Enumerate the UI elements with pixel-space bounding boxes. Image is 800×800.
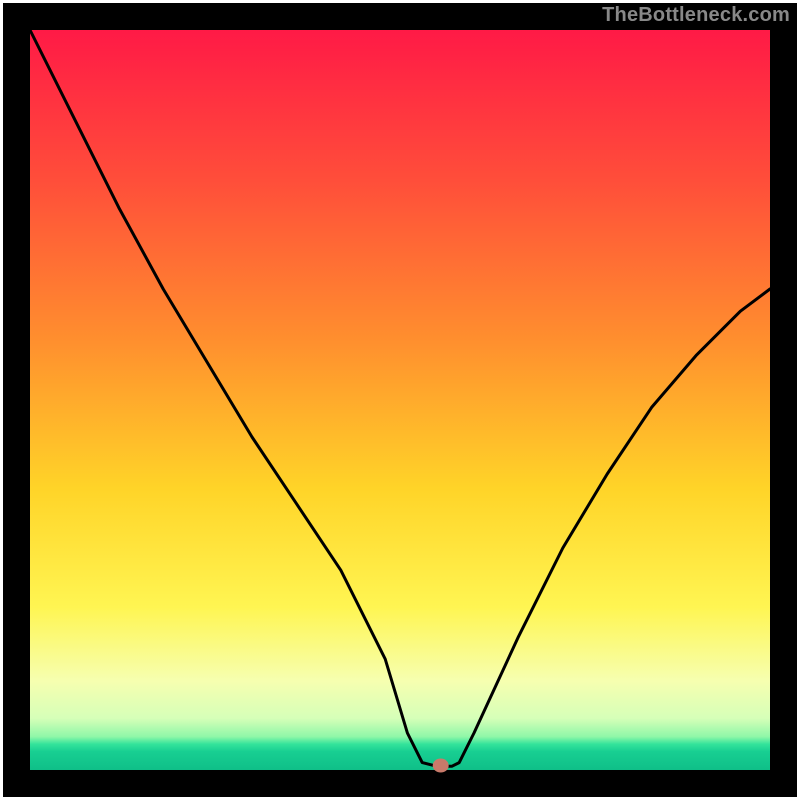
bottleneck-chart bbox=[0, 0, 800, 800]
watermark-text: TheBottleneck.com bbox=[602, 4, 790, 27]
optimum-marker bbox=[433, 759, 449, 773]
chart-stage: TheBottleneck.com bbox=[0, 0, 800, 800]
